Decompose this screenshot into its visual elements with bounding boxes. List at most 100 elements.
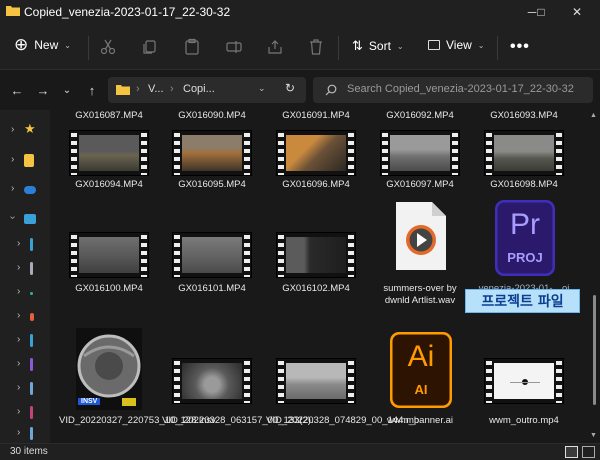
file-item[interactable]: GX016098.MP4 (474, 128, 574, 192)
sidebar-item-pictures[interactable]: › (0, 329, 50, 353)
music-icon (30, 313, 34, 321)
file-name: GX016097.MP4 (386, 179, 454, 190)
chevron-right-icon: › (17, 262, 21, 273)
file-item[interactable]: GX016087.MP4 (59, 110, 159, 124)
file-item[interactable]: GX016094.MP4 (59, 128, 159, 192)
search-icon (325, 84, 337, 96)
status-bar: 30 items (0, 443, 600, 460)
file-item[interactable]: GX016090.MP4 (162, 110, 262, 124)
file-name: GX016090.MP4 (178, 110, 246, 121)
video-thumbnail (276, 130, 356, 176)
chevron-right-icon: › (17, 427, 21, 438)
file-name: wwm_outro.mp4 (489, 415, 559, 426)
scroll-up-icon[interactable]: ▲ (590, 112, 597, 119)
scroll-down-icon[interactable]: ▼ (590, 432, 597, 439)
forward-arrow-icon[interactable]: → (33, 80, 53, 100)
file-name: VID_20220328_063157_00_133(2). (162, 415, 314, 426)
view-button[interactable]: View ⌄ (428, 38, 485, 52)
item-count: 30 items (10, 446, 48, 457)
copy-icon[interactable] (141, 38, 159, 56)
recent-locations-chevron-icon[interactable]: ⌄ (57, 80, 77, 100)
navigation-pane: › ★ › › › › › › › › › › › › (0, 110, 50, 443)
audio-file-icon (396, 202, 446, 270)
paste-icon[interactable] (183, 38, 201, 56)
premiere-logo-text: Pr (510, 208, 540, 241)
breadcrumb-item[interactable]: V... (148, 83, 164, 95)
video-thumbnail (380, 130, 460, 176)
breadcrumb-separator-icon: › (170, 83, 174, 95)
file-item[interactable]: GX016093.MP4 (474, 110, 574, 124)
search-box[interactable]: Search Copied_venezia-2023-01-17_22-30-3… (313, 77, 593, 103)
file-name: GX016098.MP4 (490, 179, 558, 190)
file-item[interactable]: Ai AI wwm_banner.ai (370, 328, 470, 443)
sidebar-item-music[interactable]: › (0, 305, 50, 329)
file-item[interactable]: GX016096.MP4 (266, 128, 366, 192)
sidebar-item-this-pc[interactable]: › (0, 207, 50, 231)
sidebar-item-drive[interactable]: › (0, 377, 50, 401)
address-bar[interactable]: › V... › Copi... ⌄ ↻ (108, 77, 306, 103)
file-item[interactable]: GX016097.MP4 (370, 128, 470, 192)
file-name: summers-over by dwnld Artlist.wav (383, 283, 457, 306)
breadcrumb-item[interactable]: Copi... (183, 83, 215, 95)
folder-icon (24, 154, 34, 167)
sidebar-item-library[interactable]: › (0, 149, 50, 173)
command-bar: ⊕ New ⌄ ⇅ Sort ⌄ View ⌄ ••• (0, 24, 600, 70)
vertical-scrollbar[interactable]: ▲ ▼ (588, 110, 600, 443)
insv-badge: INSV (78, 398, 101, 405)
cloud-icon (24, 186, 36, 194)
video-thumbnail (172, 232, 252, 278)
share-icon[interactable] (266, 38, 284, 56)
address-dropdown-icon[interactable]: ⌄ (258, 83, 266, 94)
file-item[interactable]: VID_20220328_074829_00_144.mp (266, 328, 419, 443)
file-item[interactable]: wwm_outro.mp4 (474, 328, 574, 443)
folder-icon (116, 85, 130, 95)
cut-icon[interactable] (99, 38, 117, 56)
window-title: Copied_venezia-2023-01-17_22-30-32 (24, 5, 231, 19)
file-item[interactable]: GX016102.MP4 (266, 200, 366, 296)
pictures-icon (30, 334, 33, 347)
delete-icon[interactable] (307, 38, 325, 56)
file-name: GX016094.MP4 (75, 179, 143, 190)
file-name: VID_20220327_220753_10_128.insv (59, 415, 216, 426)
file-item[interactable]: VID_20220328_063157_00_133(2). (162, 328, 314, 443)
scroll-thumb[interactable] (593, 295, 596, 405)
refresh-icon[interactable]: ↻ (285, 81, 295, 95)
chevron-right-icon: › (11, 154, 15, 165)
close-button[interactable]: ✕ (554, 0, 600, 24)
breadcrumb-separator-icon: › (136, 83, 140, 95)
file-item[interactable]: GX016095.MP4 (162, 128, 262, 192)
sidebar-item-onedrive[interactable]: › (0, 178, 50, 202)
up-arrow-icon[interactable]: ↑ (82, 80, 102, 100)
sidebar-item-downloads[interactable]: › (0, 281, 50, 305)
file-name: GX016102.MP4 (282, 283, 350, 294)
sidebar-item-quick-access[interactable]: › ★ (0, 119, 50, 143)
file-item[interactable]: GX016092.MP4 (370, 110, 470, 124)
file-item[interactable]: GX016100.MP4 (59, 200, 159, 296)
chevron-right-icon: › (17, 310, 21, 321)
video-thumbnail (276, 232, 356, 278)
tiles-view-icon[interactable] (582, 446, 595, 458)
illustrator-sub-label: AI (414, 382, 428, 397)
sidebar-item-videos[interactable]: › (0, 353, 50, 377)
file-name: GX016093.MP4 (490, 110, 558, 121)
view-label: View (446, 38, 472, 52)
file-item[interactable]: GX016101.MP4 (162, 200, 262, 296)
file-name: GX016091.MP4 (282, 110, 350, 121)
details-view-icon[interactable] (565, 446, 578, 458)
premiere-sub-label: PROJ (507, 250, 543, 265)
chevron-right-icon: › (11, 183, 15, 194)
more-options-button[interactable]: ••• (510, 38, 530, 56)
sort-button[interactable]: ⇅ Sort ⌄ (352, 38, 404, 54)
back-arrow-icon[interactable]: ← (7, 80, 27, 100)
chevron-right-icon: › (17, 382, 21, 393)
new-button[interactable]: ⊕ New ⌄ (14, 36, 71, 53)
video-thumbnail (484, 358, 564, 404)
drive-icon (30, 427, 33, 440)
file-name: GX016095.MP4 (178, 179, 246, 190)
rename-icon[interactable] (225, 38, 243, 56)
file-item[interactable]: GX016091.MP4 (266, 110, 366, 124)
file-item[interactable]: INSV VID_20220327_220753_10_128.insv (59, 328, 216, 443)
sidebar-item-documents[interactable]: › (0, 257, 50, 281)
file-item[interactable]: summers-over by dwnld Artlist.wav (370, 200, 470, 310)
sidebar-item-desktop[interactable]: › (0, 233, 50, 257)
